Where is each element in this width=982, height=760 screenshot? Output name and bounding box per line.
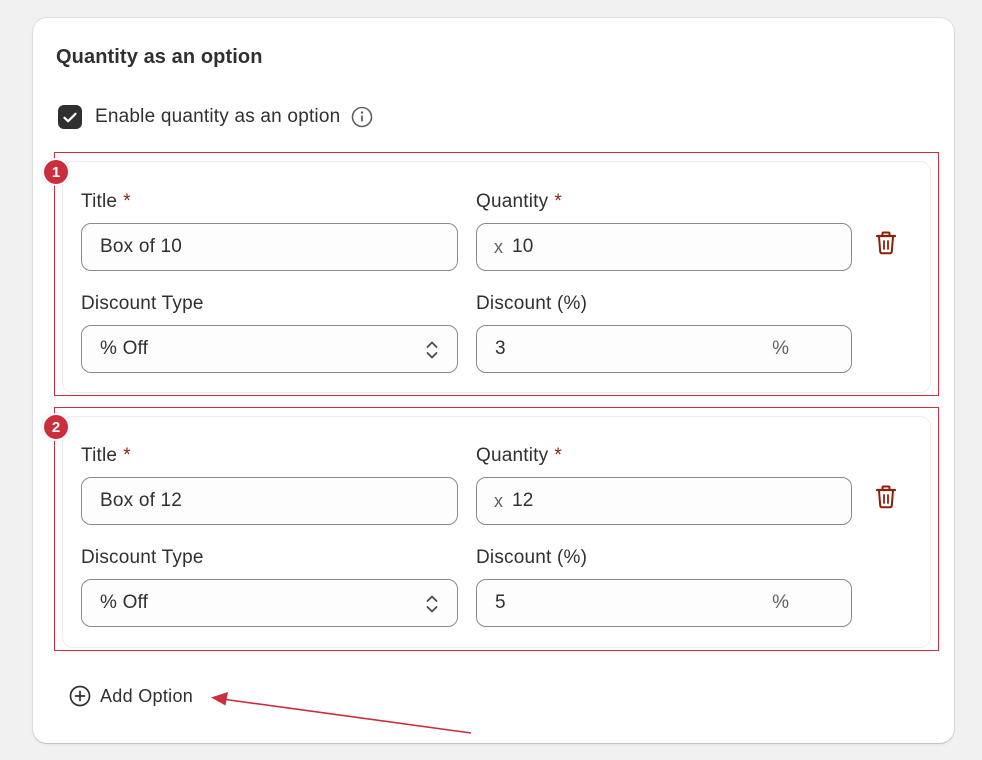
select-arrows-icon [426,341,438,359]
option-block-2: 2 Title * Box of 12 Quantity * x 12 Discou… [42,407,939,651]
trash-icon[interactable] [875,231,897,255]
discount-type-select[interactable]: % Off [81,579,458,627]
select-arrows-icon [426,595,438,613]
discount-type-select[interactable]: % Off [81,325,458,373]
option-number-badge: 2 [42,413,70,441]
enable-quantity-checkbox[interactable] [58,105,82,129]
discount-label: Discount (%) [476,293,588,314]
quantity-input[interactable]: x 10 [476,223,852,271]
option-number-badge: 1 [42,158,70,186]
discount-input[interactable]: 5 % [476,579,852,627]
card-title: Quantity as an option [56,46,263,68]
title-label: Title * [81,191,131,212]
checkmark-icon [63,112,77,122]
percent-suffix: % [772,338,789,359]
discount-label: Discount (%) [476,547,588,568]
add-option-button[interactable]: Add Option [69,684,193,708]
quantity-label: Quantity * [476,191,562,212]
plus-circle-icon [69,685,91,707]
add-option-label: Add Option [100,685,194,706]
discount-type-label: Discount Type [81,547,204,568]
quantity-options-card: Quantity as an option Enable quantity as… [33,18,954,743]
trash-icon[interactable] [875,485,897,509]
title-input[interactable]: Box of 10 [81,223,458,271]
quantity-input[interactable]: x 12 [476,477,852,525]
info-icon[interactable] [351,106,373,128]
enable-quantity-row: Enable quantity as an option [58,104,373,130]
quantity-label: Quantity * [476,445,562,466]
option-block-1: 1 Title * Box of 10 Quantity * x 10 Discou… [42,152,939,396]
enable-quantity-label[interactable]: Enable quantity as an option [95,106,340,128]
discount-type-label: Discount Type [81,293,204,314]
percent-suffix: % [772,592,789,613]
title-label: Title * [81,445,131,466]
discount-input[interactable]: 3 % [476,325,852,373]
title-input[interactable]: Box of 12 [81,477,458,525]
